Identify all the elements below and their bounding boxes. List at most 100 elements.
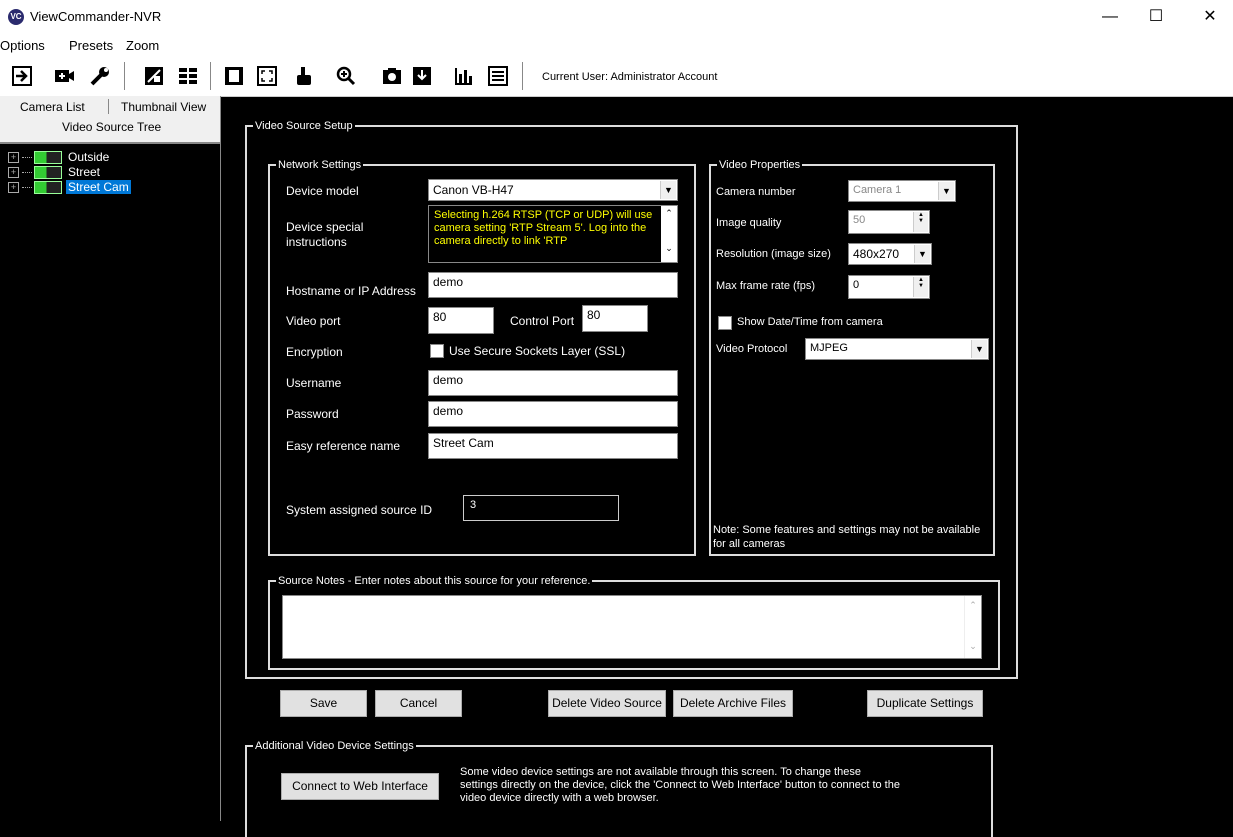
tree-item-street-cam[interactable]: + Street Cam <box>8 180 131 194</box>
app-logo-icon: VC <box>8 9 24 25</box>
video-port-label: Video port <box>286 314 341 328</box>
maximize-button[interactable]: ☐ <box>1133 0 1179 34</box>
device-model-value: Canon VB-H47 <box>433 183 514 197</box>
minimize-button[interactable]: — <box>1087 0 1133 34</box>
camera-icon <box>34 165 62 179</box>
tree-label: Outside <box>68 150 110 164</box>
cancel-button[interactable]: Cancel <box>375 690 462 717</box>
scrollbar[interactable]: ⌃ ⌄ <box>661 206 677 262</box>
username-input[interactable]: demo <box>428 370 678 396</box>
grid-view-icon[interactable] <box>176 64 200 88</box>
bar-chart-icon[interactable] <box>452 64 476 88</box>
toolbar: Current User: Administrator Account <box>0 56 1233 97</box>
tab-divider <box>108 99 109 114</box>
delete-video-source-button[interactable]: Delete Video Source <box>548 690 666 717</box>
scroll-up-icon[interactable]: ⌃ <box>661 208 677 219</box>
instructions-box[interactable]: Selecting h.264 RTSP (TCP or UDP) will u… <box>428 205 678 263</box>
duplicate-settings-button[interactable]: Duplicate Settings <box>867 690 983 717</box>
menu-options[interactable]: Options <box>0 38 45 53</box>
tree-connector <box>22 186 32 188</box>
group-title: Video Source Setup <box>253 119 355 133</box>
tab-camera-list[interactable]: Camera List <box>20 100 85 114</box>
menu-bar: Options Presets Zoom <box>0 34 1233 56</box>
expand-icon[interactable]: + <box>8 181 19 193</box>
snapshot-icon[interactable] <box>380 64 404 88</box>
group-title: Network Settings <box>276 158 364 172</box>
hostname-input[interactable]: demo <box>428 272 678 298</box>
device-model-select[interactable]: Canon VB-H47 ▼ <box>428 179 678 201</box>
tree-label: Street <box>68 165 101 179</box>
show-datetime-checkbox[interactable] <box>718 316 732 330</box>
panel-divider <box>220 96 221 821</box>
video-port-input[interactable]: 80 <box>428 307 494 334</box>
scroll-up-icon[interactable]: ⌃ <box>965 600 981 611</box>
chevron-down-icon: ▼ <box>914 245 930 263</box>
toolbar-separator <box>124 62 125 90</box>
download-icon[interactable] <box>410 64 434 88</box>
group-title: Additional Video Device Settings <box>253 739 416 753</box>
spinner-arrows-icon[interactable]: ▲ ▼ <box>913 277 928 297</box>
hand-pointer-icon[interactable] <box>292 64 316 88</box>
add-camera-icon[interactable] <box>52 64 76 88</box>
menu-presets[interactable]: Presets <box>69 38 113 53</box>
film-icon[interactable] <box>222 64 246 88</box>
ssl-label: Use Secure Sockets Layer (SSL) <box>449 344 626 358</box>
control-port-label: Control Port <box>510 314 575 328</box>
tab-video-source-tree-label: Video Source Tree <box>62 120 162 134</box>
toolbar-separator <box>210 62 211 90</box>
connect-web-interface-button[interactable]: Connect to Web Interface <box>281 773 439 800</box>
fullscreen-icon[interactable] <box>255 64 279 88</box>
tab-video-source-tree[interactable]: Video Source Tree <box>0 116 220 144</box>
scroll-down-icon[interactable]: ⌄ <box>965 641 981 652</box>
spinner-arrows-icon[interactable]: ▲ ▼ <box>913 212 928 232</box>
expand-icon[interactable]: + <box>8 151 19 163</box>
resolution-value: 480x270 <box>853 247 900 261</box>
tree-item-outside[interactable]: + Outside <box>8 150 111 164</box>
current-user-label: Current User: Administrator Account <box>542 71 718 83</box>
resolution-select[interactable]: 480x270 ▼ <box>848 243 932 265</box>
tree-connector <box>22 171 32 173</box>
show-datetime-label: Show Date/Time from camera <box>737 316 883 328</box>
wrench-icon[interactable] <box>88 64 112 88</box>
reference-name-input[interactable]: Street Cam <box>428 433 678 459</box>
edit-layout-icon[interactable] <box>142 64 166 88</box>
close-button[interactable]: ✕ <box>1187 0 1233 34</box>
log-list-icon[interactable] <box>486 64 510 88</box>
notes-scrollbar[interactable]: ⌃ ⌄ <box>964 596 981 658</box>
expand-icon[interactable]: + <box>8 166 19 178</box>
password-input[interactable]: demo <box>428 401 678 427</box>
camera-icon <box>34 180 62 194</box>
source-id-label: System assigned source ID <box>286 503 433 517</box>
window-title: ViewCommander-NVR <box>30 9 162 24</box>
group-title: Source Notes - Enter notes about this so… <box>276 574 593 588</box>
device-special-label: Device special instructions <box>286 220 364 249</box>
source-notes-textarea[interactable]: ⌃ ⌄ <box>282 595 982 659</box>
title-bar: VC ViewCommander-NVR — ☐ ✕ <box>0 0 1233 34</box>
delete-archive-files-button[interactable]: Delete Archive Files <box>673 690 793 717</box>
camera-number-select[interactable]: Camera 1 ▼ <box>848 180 956 202</box>
tree-item-street[interactable]: + Street <box>8 165 102 179</box>
resolution-label: Resolution (image size) <box>716 248 831 260</box>
video-protocol-select[interactable]: MJPEG ▼ <box>805 338 989 360</box>
hostname-label: Hostname or IP Address <box>286 284 416 298</box>
image-quality-label: Image quality <box>716 217 782 229</box>
scroll-down-icon[interactable]: ⌄ <box>661 243 677 254</box>
group-title: Video Properties <box>717 158 803 172</box>
chevron-down-icon: ▼ <box>660 181 676 199</box>
reference-name-label: Easy reference name <box>286 439 401 453</box>
menu-zoom[interactable]: Zoom <box>126 38 159 53</box>
chevron-down-icon: ▼ <box>938 182 954 200</box>
control-port-input[interactable]: 80 <box>582 305 648 332</box>
tab-thumbnail-view[interactable]: Thumbnail View <box>121 100 206 114</box>
max-fps-spinner[interactable]: 0 ▲ ▼ <box>848 275 930 299</box>
tree-connector <box>22 156 32 158</box>
zoom-in-icon[interactable] <box>334 64 358 88</box>
ssl-checkbox[interactable] <box>430 344 444 358</box>
source-id-field: 3 <box>463 495 619 521</box>
additional-description: Some video device settings are not avail… <box>460 766 900 804</box>
save-button[interactable]: Save <box>280 690 367 717</box>
left-panel: Camera List Thumbnail View Video Source … <box>0 96 220 821</box>
video-protocol-label: Video Protocol <box>716 343 788 355</box>
login-icon[interactable] <box>10 64 34 88</box>
image-quality-spinner[interactable]: 50 ▲ ▼ <box>848 210 930 234</box>
